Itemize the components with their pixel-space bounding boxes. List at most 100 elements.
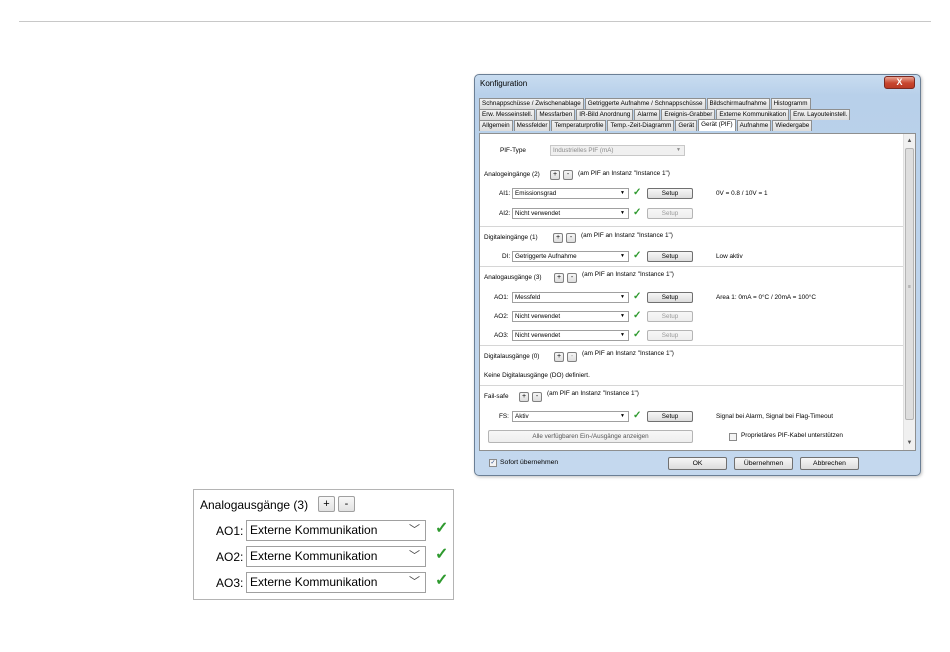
tab-general[interactable]: Allgemein	[479, 120, 513, 131]
inset-ao1-select[interactable]: Externe Kommunikation ﹀	[246, 520, 426, 541]
ai1-setup-button[interactable]: Setup	[647, 188, 693, 199]
apply-button[interactable]: Übernehmen	[734, 457, 793, 470]
checkmark-icon: ✓	[435, 520, 449, 537]
tab-recording[interactable]: Aufnahme	[736, 120, 772, 131]
ai1-select[interactable]: Emissionsgrad ▼	[512, 188, 629, 199]
tab-temperature-profiles[interactable]: Temperaturprofile	[551, 120, 607, 131]
di-value: Getriggerte Aufnahme	[515, 253, 577, 260]
checkmark-icon: ✓	[435, 546, 449, 563]
inset-remove-button[interactable]: -	[338, 496, 355, 512]
inset-ao1-value: Externe Kommunikation	[250, 523, 378, 537]
ao3-label: AO3:	[494, 332, 509, 339]
ao2-setup-button[interactable]: Setup	[647, 311, 693, 322]
ao2-select[interactable]: Nicht verwendet ▼	[512, 311, 629, 322]
divider	[480, 266, 903, 267]
fs-label: FS:	[499, 413, 509, 420]
analog-inputs-note: (am PIF an Instanz "Instance 1")	[578, 170, 670, 177]
minus-icon: -	[344, 498, 349, 510]
analog-outputs-remove-button[interactable]: -	[567, 273, 577, 283]
plus-icon: +	[521, 393, 527, 400]
inset-ao2-label: AO2:	[216, 550, 244, 564]
digital-outputs-remove-button[interactable]: -	[567, 352, 577, 362]
ok-label: OK	[692, 460, 703, 467]
tab-screen-recording[interactable]: Bildschirmaufnahme	[706, 98, 770, 109]
tab-ext-measure-settings[interactable]: Erw. Messeinstell.	[479, 109, 536, 120]
scroll-down-icon[interactable]: ▼	[904, 438, 915, 448]
apply-immediately-checkbox[interactable]: ✓	[489, 459, 497, 467]
digital-inputs-remove-button[interactable]: -	[566, 233, 576, 243]
tab-alarms[interactable]: Alarme	[634, 109, 661, 120]
cancel-button[interactable]: Abbrechen	[800, 457, 859, 470]
checkmark-icon: ✓	[633, 187, 642, 198]
checkmark-icon: ✓	[633, 410, 642, 421]
digital-inputs-add-button[interactable]: +	[553, 233, 563, 243]
tab-ext-layout-settings[interactable]: Erw. Layouteinstell.	[790, 109, 851, 120]
failsafe-note: (am PIF an Instanz "Instance 1")	[547, 390, 639, 397]
pif-type-select[interactable]: Industrielles PIF (mA) ▼	[550, 145, 685, 156]
ao1-setup-button[interactable]: Setup	[647, 292, 693, 303]
ao1-info: Area 1: 0mA = 0°C / 20mA = 100°C	[716, 294, 816, 301]
divider	[480, 226, 903, 227]
tab-strip: Schnappschüsse / Zwischenablage Getrigge…	[479, 98, 916, 134]
title-bar: Konfiguration X	[475, 75, 920, 94]
ao1-select[interactable]: Messfeld ▼	[512, 292, 629, 303]
proprietary-cable-checkbox[interactable]	[729, 433, 737, 441]
failsafe-add-button[interactable]: +	[519, 392, 529, 402]
tab-measure-colors[interactable]: Messfarben	[536, 109, 576, 120]
tab-histogram[interactable]: Histogramm	[770, 98, 811, 109]
ok-button[interactable]: OK	[668, 457, 727, 470]
ao3-setup-button[interactable]: Setup	[647, 330, 693, 341]
plus-icon: +	[555, 234, 561, 241]
cancel-label: Abbrechen	[813, 460, 846, 467]
ao3-value: Nicht verwendet	[515, 332, 561, 339]
tab-device[interactable]: Gerät	[675, 120, 698, 131]
scroll-up-icon[interactable]: ▲	[904, 136, 915, 146]
fs-value: Aktiv	[515, 413, 529, 420]
ao2-label: AO2:	[494, 313, 509, 320]
chevron-down-icon: ▼	[620, 210, 625, 216]
tab-snapshots-clipboard[interactable]: Schnappschüsse / Zwischenablage	[479, 98, 584, 109]
setup-label: Setup	[661, 210, 679, 217]
ai2-select[interactable]: Nicht verwendet ▼	[512, 208, 629, 219]
vertical-scrollbar[interactable]: ▲ ≡ ▼	[903, 134, 915, 450]
tab-triggered-recording[interactable]: Getriggerte Aufnahme / Schnappschüsse	[584, 98, 706, 109]
tab-playback[interactable]: Wiedergabe	[772, 120, 813, 131]
analog-outputs-add-button[interactable]: +	[554, 273, 564, 283]
fs-setup-button[interactable]: Setup	[647, 411, 693, 422]
fs-select[interactable]: Aktiv ▼	[512, 411, 629, 422]
analog-inputs-remove-button[interactable]: -	[563, 170, 573, 180]
digital-outputs-empty-text: Keine Digitalausgänge (DO) definiert.	[484, 372, 590, 379]
inset-ao1-label: AO1:	[216, 524, 244, 538]
dialog-title: Konfiguration	[480, 79, 528, 88]
tab-device-pif[interactable]: Gerät (PIF)	[698, 119, 736, 131]
analog-outputs-title: Analogausgänge (3)	[484, 274, 542, 281]
failsafe-remove-button[interactable]: -	[532, 392, 542, 402]
minus-icon: -	[570, 274, 574, 281]
digital-outputs-add-button[interactable]: +	[554, 352, 564, 362]
ao3-select[interactable]: Nicht verwendet ▼	[512, 330, 629, 341]
analog-inputs-add-button[interactable]: +	[550, 170, 560, 180]
inset-ao3-select[interactable]: Externe Kommunikation ﹀	[246, 572, 426, 593]
minus-icon: -	[535, 393, 539, 400]
checkmark-icon: ✓	[633, 310, 642, 321]
show-all-io-button[interactable]: Alle verfügbaren Ein-/Ausgänge anzeigen	[488, 430, 693, 443]
ao1-label: AO1:	[494, 294, 509, 301]
inset-ao2-select[interactable]: Externe Kommunikation ﹀	[246, 546, 426, 567]
setup-label: Setup	[661, 332, 679, 339]
inset-ao2-value: Externe Kommunikation	[250, 549, 378, 563]
tab-ir-image-layout[interactable]: IR-Bild Anordnung	[576, 109, 634, 120]
proprietary-cable-label: Proprietäres PIF-Kabel unterstützen	[741, 432, 843, 439]
di-setup-button[interactable]: Setup	[647, 251, 693, 262]
apply-immediately-label: Sofort übernehmen	[500, 459, 559, 466]
plus-icon: +	[323, 498, 330, 510]
configuration-dialog: Konfiguration X Schnappschüsse / Zwische…	[474, 74, 921, 476]
checkmark-icon: ✓	[490, 460, 496, 466]
close-button[interactable]: X	[884, 76, 915, 89]
ai2-setup-button[interactable]: Setup	[647, 208, 693, 219]
scroll-thumb[interactable]: ≡	[905, 148, 914, 420]
di-select[interactable]: Getriggerte Aufnahme ▼	[512, 251, 629, 262]
inset-add-button[interactable]: +	[318, 496, 335, 512]
ai1-info: 0V = 0.8 / 10V = 1	[716, 190, 768, 197]
tab-measure-areas[interactable]: Messfelder	[513, 120, 551, 131]
tab-temp-time-diagram[interactable]: Temp.-Zeit-Diagramm	[607, 120, 675, 131]
